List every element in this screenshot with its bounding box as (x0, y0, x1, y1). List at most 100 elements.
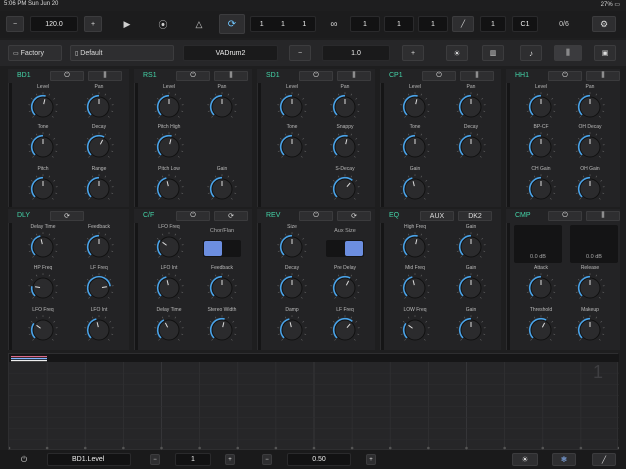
play-icon[interactable]: ▶ (120, 17, 134, 31)
cmp-power-toggle-icon[interactable]: ⏻ (548, 211, 582, 221)
rev-toggle-switch[interactable] (326, 240, 364, 257)
loop-bar-field[interactable]: 1 (350, 16, 380, 32)
eq-knob-2[interactable]: Mid Freq (393, 265, 437, 309)
rs1-sliders-icon[interactable]: ⫼ (214, 71, 248, 81)
pencil-icon[interactable]: ╱ (452, 16, 474, 32)
rev-knob-2[interactable]: Decay (270, 265, 314, 309)
note-field[interactable]: C1 (512, 16, 538, 32)
cp1-sliders-icon[interactable]: ⫼ (460, 71, 494, 81)
bd1-knob-3[interactable]: Decay (77, 124, 121, 168)
bd1-knob-5[interactable]: Range (77, 166, 121, 210)
rs1-power-toggle-icon[interactable]: ⏻ (176, 71, 210, 81)
dly-knob-1[interactable]: Feedback (77, 224, 121, 268)
rs1-knob-1[interactable]: Pan (200, 84, 244, 128)
eq-knob-5[interactable]: Gain (449, 307, 493, 351)
loop-beat-field[interactable]: 1 (384, 16, 414, 32)
rs1-knob-4[interactable]: Pitch Low (147, 166, 191, 210)
power-icon[interactable]: ⏻ (17, 453, 31, 466)
param-field[interactable]: BD1.Level (47, 453, 131, 466)
rev-knob-3[interactable]: Pre Delay (323, 265, 367, 309)
rev-knob-0[interactable]: Size (270, 224, 314, 268)
preset-button[interactable]: ▯ Default (70, 45, 174, 61)
cf-knob-0[interactable]: LFO Freq (147, 224, 191, 268)
cf-power-toggle-icon[interactable]: ⏻ (176, 211, 210, 221)
eq-knob-1[interactable]: Gain (449, 224, 493, 268)
brightness-icon[interactable]: ☀ (446, 45, 468, 61)
dly-knob-5[interactable]: LFO Int (77, 307, 121, 351)
value-increment-button[interactable]: + (402, 45, 424, 61)
bd1-power-toggle-icon[interactable]: ⏻ (50, 71, 84, 81)
rev-knob-5[interactable]: LF Freq (323, 307, 367, 351)
cmp-knob-0[interactable]: Attack (519, 265, 563, 309)
cp1-knob-2[interactable]: Tone (393, 124, 437, 168)
piano-icon[interactable]: ▥ (482, 45, 504, 61)
bd1-knob-0[interactable]: Level (21, 84, 65, 128)
eq-tab-dk2[interactable]: DK2 (458, 211, 492, 221)
rev-sync-icon[interactable]: ⟳ (337, 211, 371, 221)
rs1-knob-2[interactable]: Pitch High (147, 124, 191, 168)
value-decrement-button[interactable]: − (289, 45, 311, 61)
cp1-knob-3[interactable]: Decay (449, 124, 493, 168)
hh1-power-toggle-icon[interactable]: ⏻ (548, 71, 582, 81)
step-field[interactable]: 1 (480, 16, 506, 32)
sd1-knob-0[interactable]: Level (270, 84, 314, 128)
bd1-knob-1[interactable]: Pan (77, 84, 121, 128)
dly-knob-2[interactable]: HP Freq (21, 265, 65, 309)
loop-tick-field[interactable]: 1 (418, 16, 448, 32)
cf-knob-5[interactable]: Stereo Width (200, 307, 244, 351)
eq-knob-3[interactable]: Gain (449, 265, 493, 309)
cmp-sliders-icon[interactable]: ⫼ (586, 211, 620, 221)
cp1-knob-1[interactable]: Pan (449, 84, 493, 128)
hh1-knob-4[interactable]: CH Gain (519, 166, 563, 210)
rev-knob-4[interactable]: Damp (270, 307, 314, 351)
dly-knob-3[interactable]: LF Freq (77, 265, 121, 309)
bottom-value-decrement-button[interactable]: − (262, 454, 272, 465)
rs1-knob-0[interactable]: Level (147, 84, 191, 128)
cp1-power-toggle-icon[interactable]: ⏻ (422, 71, 456, 81)
hh1-knob-3[interactable]: OH Decay (568, 124, 612, 168)
rev-power-toggle-icon[interactable]: ⏻ (299, 211, 333, 221)
cf-sync-icon[interactable]: ⟳ (214, 211, 248, 221)
snowflake-icon[interactable]: ❄ (552, 453, 576, 466)
step-increment-button[interactable]: + (225, 454, 235, 465)
hh1-knob-2[interactable]: BP-CF (519, 124, 563, 168)
cf-knob-4[interactable]: Delay Time (147, 307, 191, 351)
sequencer-grid[interactable]: 1 (8, 353, 619, 451)
tempo-decrement-button[interactable]: − (6, 16, 24, 32)
eq-knob-4[interactable]: LOW Freq (393, 307, 437, 351)
bottom-value-increment-button[interactable]: + (366, 454, 376, 465)
sd1-knob-3[interactable]: Snappy (323, 124, 367, 168)
hh1-knob-0[interactable]: Level (519, 84, 563, 128)
sd1-power-toggle-icon[interactable]: ⏻ (299, 71, 333, 81)
mixer-sliders-icon[interactable]: ⫼ (554, 45, 582, 61)
bank-button[interactable]: ▭ Factory (8, 45, 62, 61)
link-icon[interactable]: ∞ (326, 17, 342, 31)
sd1-knob-5[interactable]: S-Decay (323, 166, 367, 210)
cf-toggle-switch[interactable] (203, 240, 241, 257)
sd1-knob-1[interactable]: Pan (323, 84, 367, 128)
step-decrement-button[interactable]: − (150, 454, 160, 465)
dly-sync-icon[interactable]: ⟳ (50, 211, 84, 221)
cmp-knob-1[interactable]: Release (568, 265, 612, 309)
sd1-sliders-icon[interactable]: ⫼ (337, 71, 371, 81)
hh1-knob-1[interactable]: Pan (568, 84, 612, 128)
position-field[interactable]: 1 1 1 (250, 16, 316, 32)
expand-icon[interactable]: ▣ (594, 45, 616, 61)
sun-icon[interactable]: ☀ (512, 453, 538, 466)
cp1-knob-4[interactable]: Gain (393, 166, 437, 210)
hh1-knob-5[interactable]: OH Gain (568, 166, 612, 210)
bd1-sliders-icon[interactable]: ⫼ (88, 71, 122, 81)
eq-knob-0[interactable]: High Freq (393, 224, 437, 268)
cf-knob-2[interactable]: LFO Int (147, 265, 191, 309)
hh1-sliders-icon[interactable]: ⫼ (586, 71, 620, 81)
tempo-field[interactable]: 120.0 (30, 16, 78, 32)
record-icon[interactable]: ⦿ (156, 17, 170, 31)
bottom-step-field[interactable]: 1 (175, 453, 211, 466)
dly-knob-0[interactable]: Delay Time (21, 224, 65, 268)
music-note-icon[interactable]: ♪ (520, 45, 542, 61)
rs1-knob-5[interactable]: Gain (200, 166, 244, 210)
cmp-knob-3[interactable]: Makeup (568, 307, 612, 351)
bd1-knob-4[interactable]: Pitch (21, 166, 65, 210)
bottom-value-field[interactable]: 0.50 (287, 453, 351, 466)
draw-pencil-icon[interactable]: ╱ (592, 453, 616, 466)
